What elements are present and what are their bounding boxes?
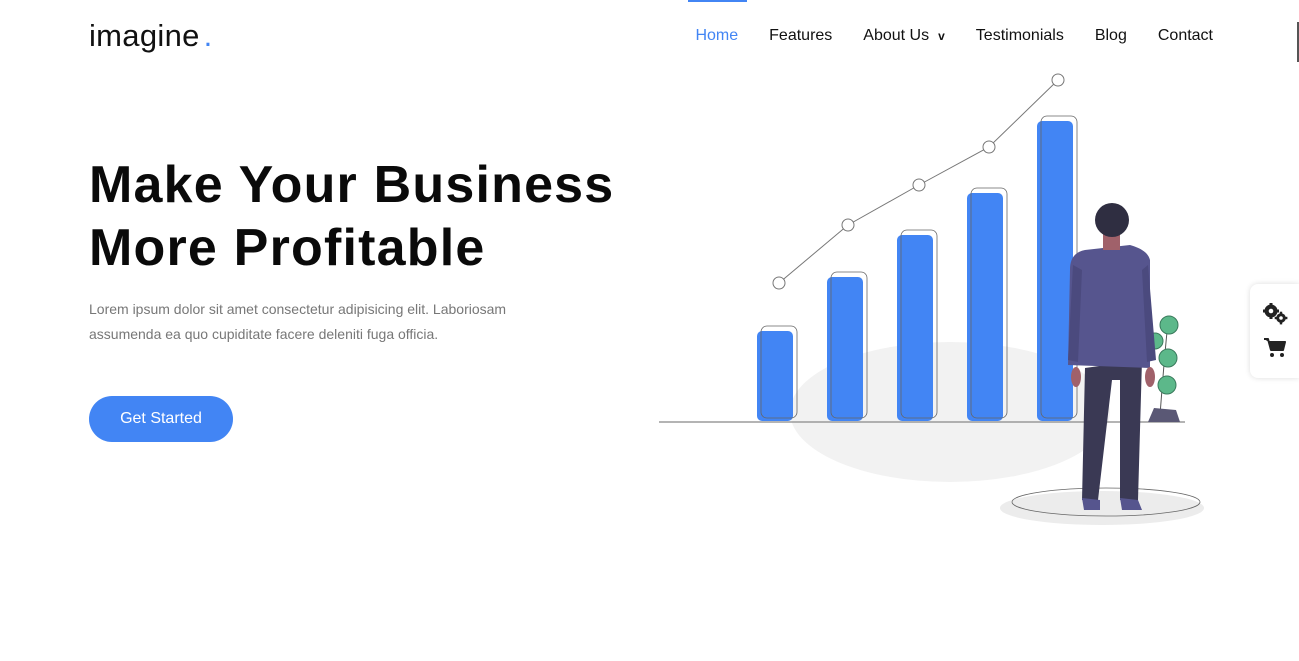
brand-logo[interactable]: imagine. <box>89 18 213 54</box>
businessman-figure <box>1068 203 1156 510</box>
brand-dot: . <box>203 18 213 53</box>
side-panel <box>1250 284 1299 378</box>
illustration-bar <box>1037 121 1073 421</box>
hero-title-line2: More Profitable <box>89 219 486 277</box>
hero-description: Lorem ipsum dolor sit amet consectetur a… <box>89 301 507 342</box>
shopping-cart-icon[interactable] <box>1262 337 1288 359</box>
illustration-bar <box>827 277 863 421</box>
trend-point <box>772 276 786 290</box>
chevron-down-icon: v <box>938 29 945 43</box>
illustration-bar <box>967 193 1003 421</box>
trend-point <box>912 178 926 192</box>
illustration-bar <box>897 235 933 421</box>
brand-name: imagine <box>89 18 200 53</box>
hero-title-line1: Make Your Business <box>89 156 615 214</box>
illustration-bar <box>757 331 793 421</box>
trend-point <box>841 218 855 232</box>
get-started-button[interactable]: Get Started <box>89 396 233 442</box>
hero-title: Make Your Business More Profitable <box>89 154 614 280</box>
trend-point <box>1051 73 1065 87</box>
trend-point <box>982 140 996 154</box>
growth-illustration <box>659 73 1204 525</box>
gears-icon[interactable] <box>1262 303 1288 325</box>
